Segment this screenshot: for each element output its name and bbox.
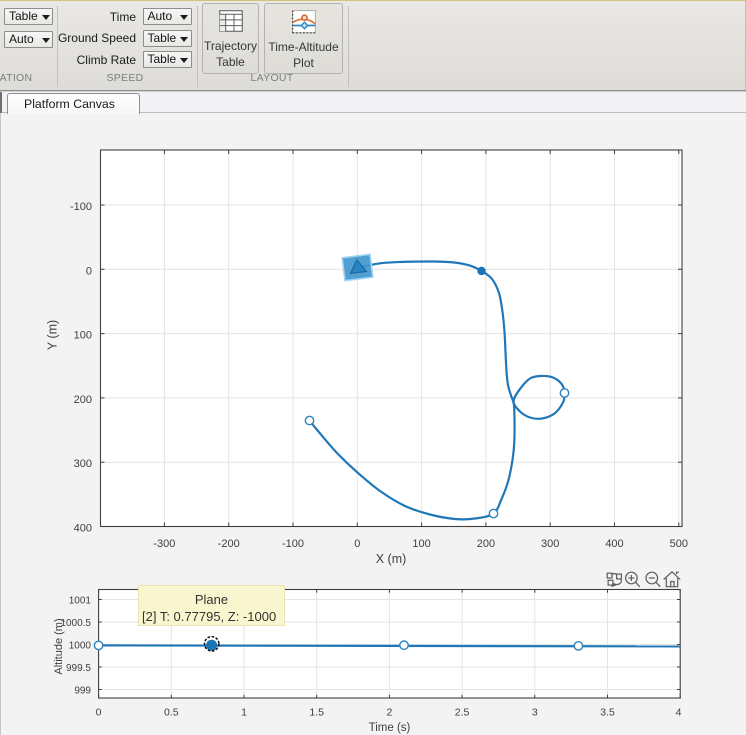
svg-text:200: 200 bbox=[477, 538, 495, 550]
svg-text:1000: 1000 bbox=[69, 641, 92, 652]
svg-text:Y (m): Y (m) bbox=[46, 320, 60, 350]
svg-text:0: 0 bbox=[96, 707, 102, 719]
svg-text:2.5: 2.5 bbox=[455, 707, 470, 719]
svg-text:4: 4 bbox=[676, 707, 682, 719]
svg-text:-200: -200 bbox=[218, 538, 240, 550]
svg-text:2: 2 bbox=[386, 707, 392, 719]
svg-text:-300: -300 bbox=[153, 538, 175, 550]
svg-text:300: 300 bbox=[74, 458, 92, 470]
svg-text:999.5: 999.5 bbox=[66, 663, 91, 674]
svg-text:100: 100 bbox=[412, 538, 430, 550]
svg-text:0: 0 bbox=[354, 538, 360, 550]
svg-text:1: 1 bbox=[241, 707, 247, 719]
svg-text:500: 500 bbox=[670, 538, 688, 550]
svg-text:-100: -100 bbox=[70, 201, 92, 213]
svg-text:100: 100 bbox=[74, 330, 92, 342]
svg-text:0.5: 0.5 bbox=[164, 707, 179, 719]
svg-text:0: 0 bbox=[86, 265, 92, 277]
svg-text:300: 300 bbox=[541, 538, 559, 550]
svg-text:3: 3 bbox=[532, 707, 538, 719]
svg-text:1.5: 1.5 bbox=[309, 707, 324, 719]
svg-text:999: 999 bbox=[74, 686, 91, 697]
svg-text:400: 400 bbox=[74, 523, 92, 535]
svg-text:Altitude (m): Altitude (m) bbox=[53, 618, 65, 674]
svg-text:1000.5: 1000.5 bbox=[60, 618, 91, 629]
svg-text:Time (s): Time (s) bbox=[369, 722, 411, 734]
svg-text:1001: 1001 bbox=[69, 596, 92, 607]
svg-text:3.5: 3.5 bbox=[600, 707, 615, 719]
svg-text:200: 200 bbox=[74, 394, 92, 406]
svg-text:X (m): X (m) bbox=[376, 552, 407, 566]
svg-text:-100: -100 bbox=[282, 538, 304, 550]
svg-text:400: 400 bbox=[605, 538, 623, 550]
